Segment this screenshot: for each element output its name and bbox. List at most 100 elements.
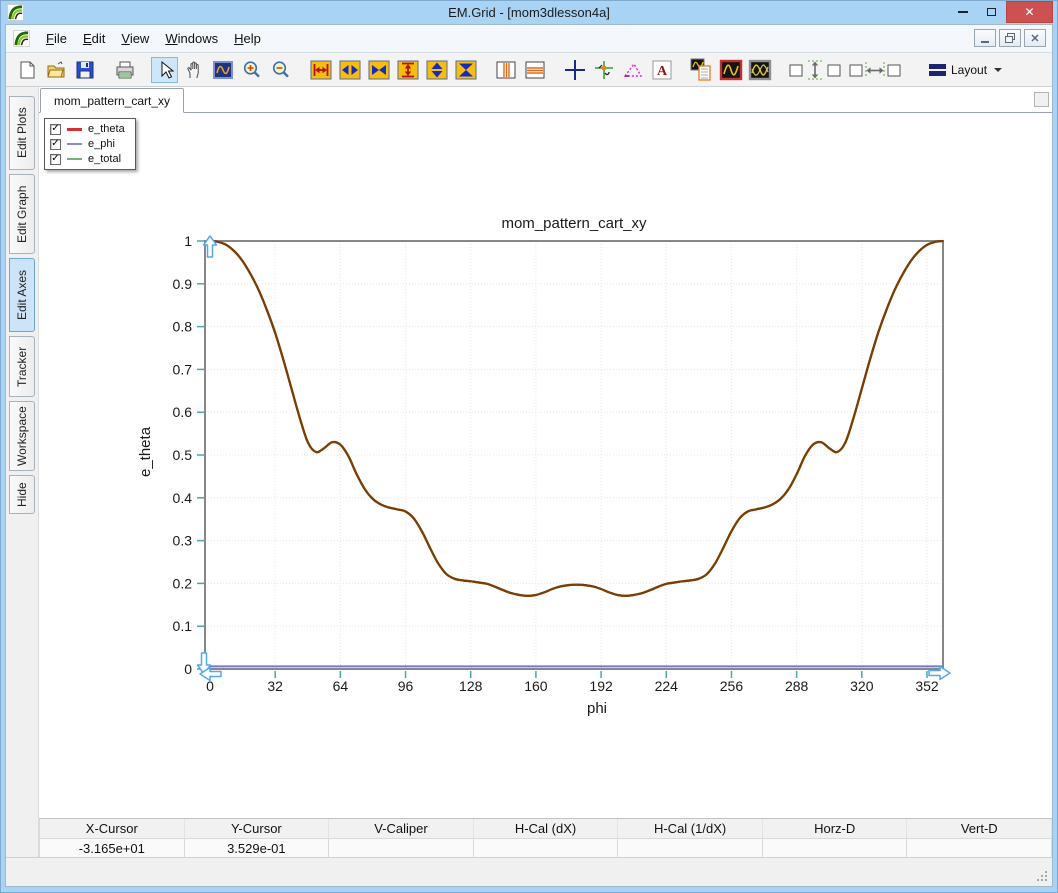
maximize-button[interactable] — [977, 1, 1006, 23]
open-icon — [46, 60, 66, 80]
plot-area: ✓ e_theta ✓ e_phi ✓ e_total — [39, 113, 1052, 818]
tracker-icon — [593, 59, 615, 81]
zoom-window-button[interactable] — [209, 57, 236, 83]
layout-icon — [929, 64, 946, 76]
plot-canvas[interactable]: mom_pattern_cart_xy 03264961281601922242… — [134, 207, 964, 722]
status-bar — [6, 857, 1052, 886]
single-trace-icon — [719, 59, 743, 81]
minimize-button[interactable] — [948, 1, 977, 23]
plot-report-button[interactable] — [688, 57, 715, 83]
legend-checkbox-e-total[interactable]: ✓ — [50, 154, 61, 165]
readout-col-h-cal-dx: H-Cal (dX) — [474, 819, 619, 838]
axis-ticks — [197, 241, 927, 678]
readout-value-vert-d — [907, 839, 1052, 857]
legend-swatch-e-total — [67, 158, 82, 160]
svg-text:0: 0 — [184, 661, 192, 677]
layout-dropdown[interactable]: Layout — [922, 60, 1009, 80]
svg-text:0.4: 0.4 — [173, 490, 193, 506]
print-button[interactable] — [111, 57, 138, 83]
compress-x-button[interactable] — [365, 57, 392, 83]
legend-panel[interactable]: ✓ e_theta ✓ e_phi ✓ e_total — [44, 118, 136, 170]
svg-text:0.6: 0.6 — [173, 404, 193, 420]
app-window: EM.Grid - [mom3dlesson4a] ✕ File Edit Vi… — [0, 0, 1058, 893]
scale-y-button[interactable] — [423, 57, 450, 83]
title-bar: EM.Grid - [mom3dlesson4a] ✕ — [1, 1, 1057, 24]
svg-text:0.3: 0.3 — [173, 533, 193, 549]
menu-file[interactable]: File — [38, 27, 75, 50]
menu-edit[interactable]: Edit — [75, 27, 113, 50]
close-button[interactable]: ✕ — [1006, 1, 1053, 23]
vertical-grid-icon — [495, 60, 517, 80]
svg-text:0.9: 0.9 — [173, 276, 193, 292]
svg-text:0.1: 0.1 — [173, 618, 193, 634]
zoom-in-icon — [242, 60, 262, 80]
text-annotation-button[interactable]: A — [648, 57, 675, 83]
mdi-close-icon: ✕ — [1030, 32, 1039, 45]
zoom-out-icon — [271, 60, 291, 80]
new-button[interactable] — [13, 57, 40, 83]
side-tab-strip: Edit Plots Edit Graph Edit Axes Tracker … — [6, 87, 39, 857]
plot-report-icon — [690, 58, 714, 82]
menu-windows[interactable]: Windows — [157, 27, 226, 50]
side-tab-edit-graph[interactable]: Edit Graph — [9, 174, 35, 254]
legend-label-e-theta: e_theta — [88, 123, 125, 135]
crosshair-button[interactable] — [561, 57, 588, 83]
multi-trace-button[interactable] — [746, 57, 773, 83]
mdi-restore-button[interactable] — [999, 29, 1021, 47]
tracker-button[interactable] — [590, 57, 617, 83]
readout-col-horz-d: Horz-D — [763, 819, 908, 838]
toolbar: A — [6, 53, 1052, 87]
legend-checkbox-e-phi[interactable]: ✓ — [50, 139, 61, 150]
chart-title: mom_pattern_cart_xy — [501, 215, 647, 232]
scale-x-icon — [339, 60, 361, 80]
caliper-button[interactable] — [619, 57, 646, 83]
readout-value-x-cursor: -3.165e+01 — [39, 839, 185, 857]
data-series — [210, 241, 943, 666]
side-tab-edit-plots[interactable]: Edit Plots — [9, 96, 35, 170]
readout-col-x-cursor: X-Cursor — [39, 819, 185, 838]
mdi-close-button[interactable]: ✕ — [1024, 29, 1046, 47]
mdi-minimize-button[interactable] — [974, 29, 996, 47]
legend-checkbox-e-theta[interactable]: ✓ — [50, 124, 61, 135]
tab-scroll-button[interactable] — [1034, 92, 1049, 107]
legend-swatch-e-phi — [67, 143, 82, 145]
svg-text:96: 96 — [398, 678, 414, 694]
gridlines — [205, 241, 943, 669]
zoom-out-button[interactable] — [267, 57, 294, 83]
select-tool-button[interactable] — [151, 57, 178, 83]
close-icon: ✕ — [1024, 5, 1034, 19]
side-tab-edit-axes[interactable]: Edit Axes — [9, 258, 35, 332]
horizontal-grid-button[interactable] — [521, 57, 548, 83]
side-tab-workspace[interactable]: Workspace — [9, 401, 35, 471]
document-tab-bar: mom_pattern_cart_xy — [39, 87, 1052, 113]
expand-x-icon — [310, 60, 332, 80]
readout-value-y-cursor: 3.529e-01 — [185, 839, 330, 857]
save-button[interactable] — [71, 57, 98, 83]
zoom-in-button[interactable] — [238, 57, 265, 83]
menu-help[interactable]: Help — [226, 27, 269, 50]
print-icon — [114, 60, 136, 80]
menu-view[interactable]: View — [113, 27, 157, 50]
side-tab-hide[interactable]: Hide — [9, 475, 35, 514]
expand-x-button[interactable] — [307, 57, 334, 83]
resize-grip[interactable] — [1036, 870, 1047, 881]
readout-col-v-caliper: V-Caliper — [329, 819, 474, 838]
new-icon — [17, 60, 37, 80]
document-tab[interactable]: mom_pattern_cart_xy — [40, 88, 184, 113]
compress-y-button[interactable] — [452, 57, 479, 83]
maximize-icon — [987, 8, 996, 16]
svg-text:64: 64 — [333, 678, 349, 694]
single-trace-button[interactable] — [717, 57, 744, 83]
space-vertical-icon — [788, 59, 842, 81]
space-horizontal-button[interactable] — [846, 57, 904, 83]
readout-value-v-caliper — [329, 839, 474, 857]
vertical-grid-button[interactable] — [492, 57, 519, 83]
open-button[interactable] — [42, 57, 69, 83]
scale-x-button[interactable] — [336, 57, 363, 83]
pan-tool-button[interactable] — [180, 57, 207, 83]
space-vertical-button[interactable] — [786, 57, 844, 83]
svg-text:0.8: 0.8 — [173, 319, 193, 335]
side-tab-tracker[interactable]: Tracker — [9, 336, 35, 397]
readout-value-h-cal-dx — [474, 839, 619, 857]
expand-y-button[interactable] — [394, 57, 421, 83]
